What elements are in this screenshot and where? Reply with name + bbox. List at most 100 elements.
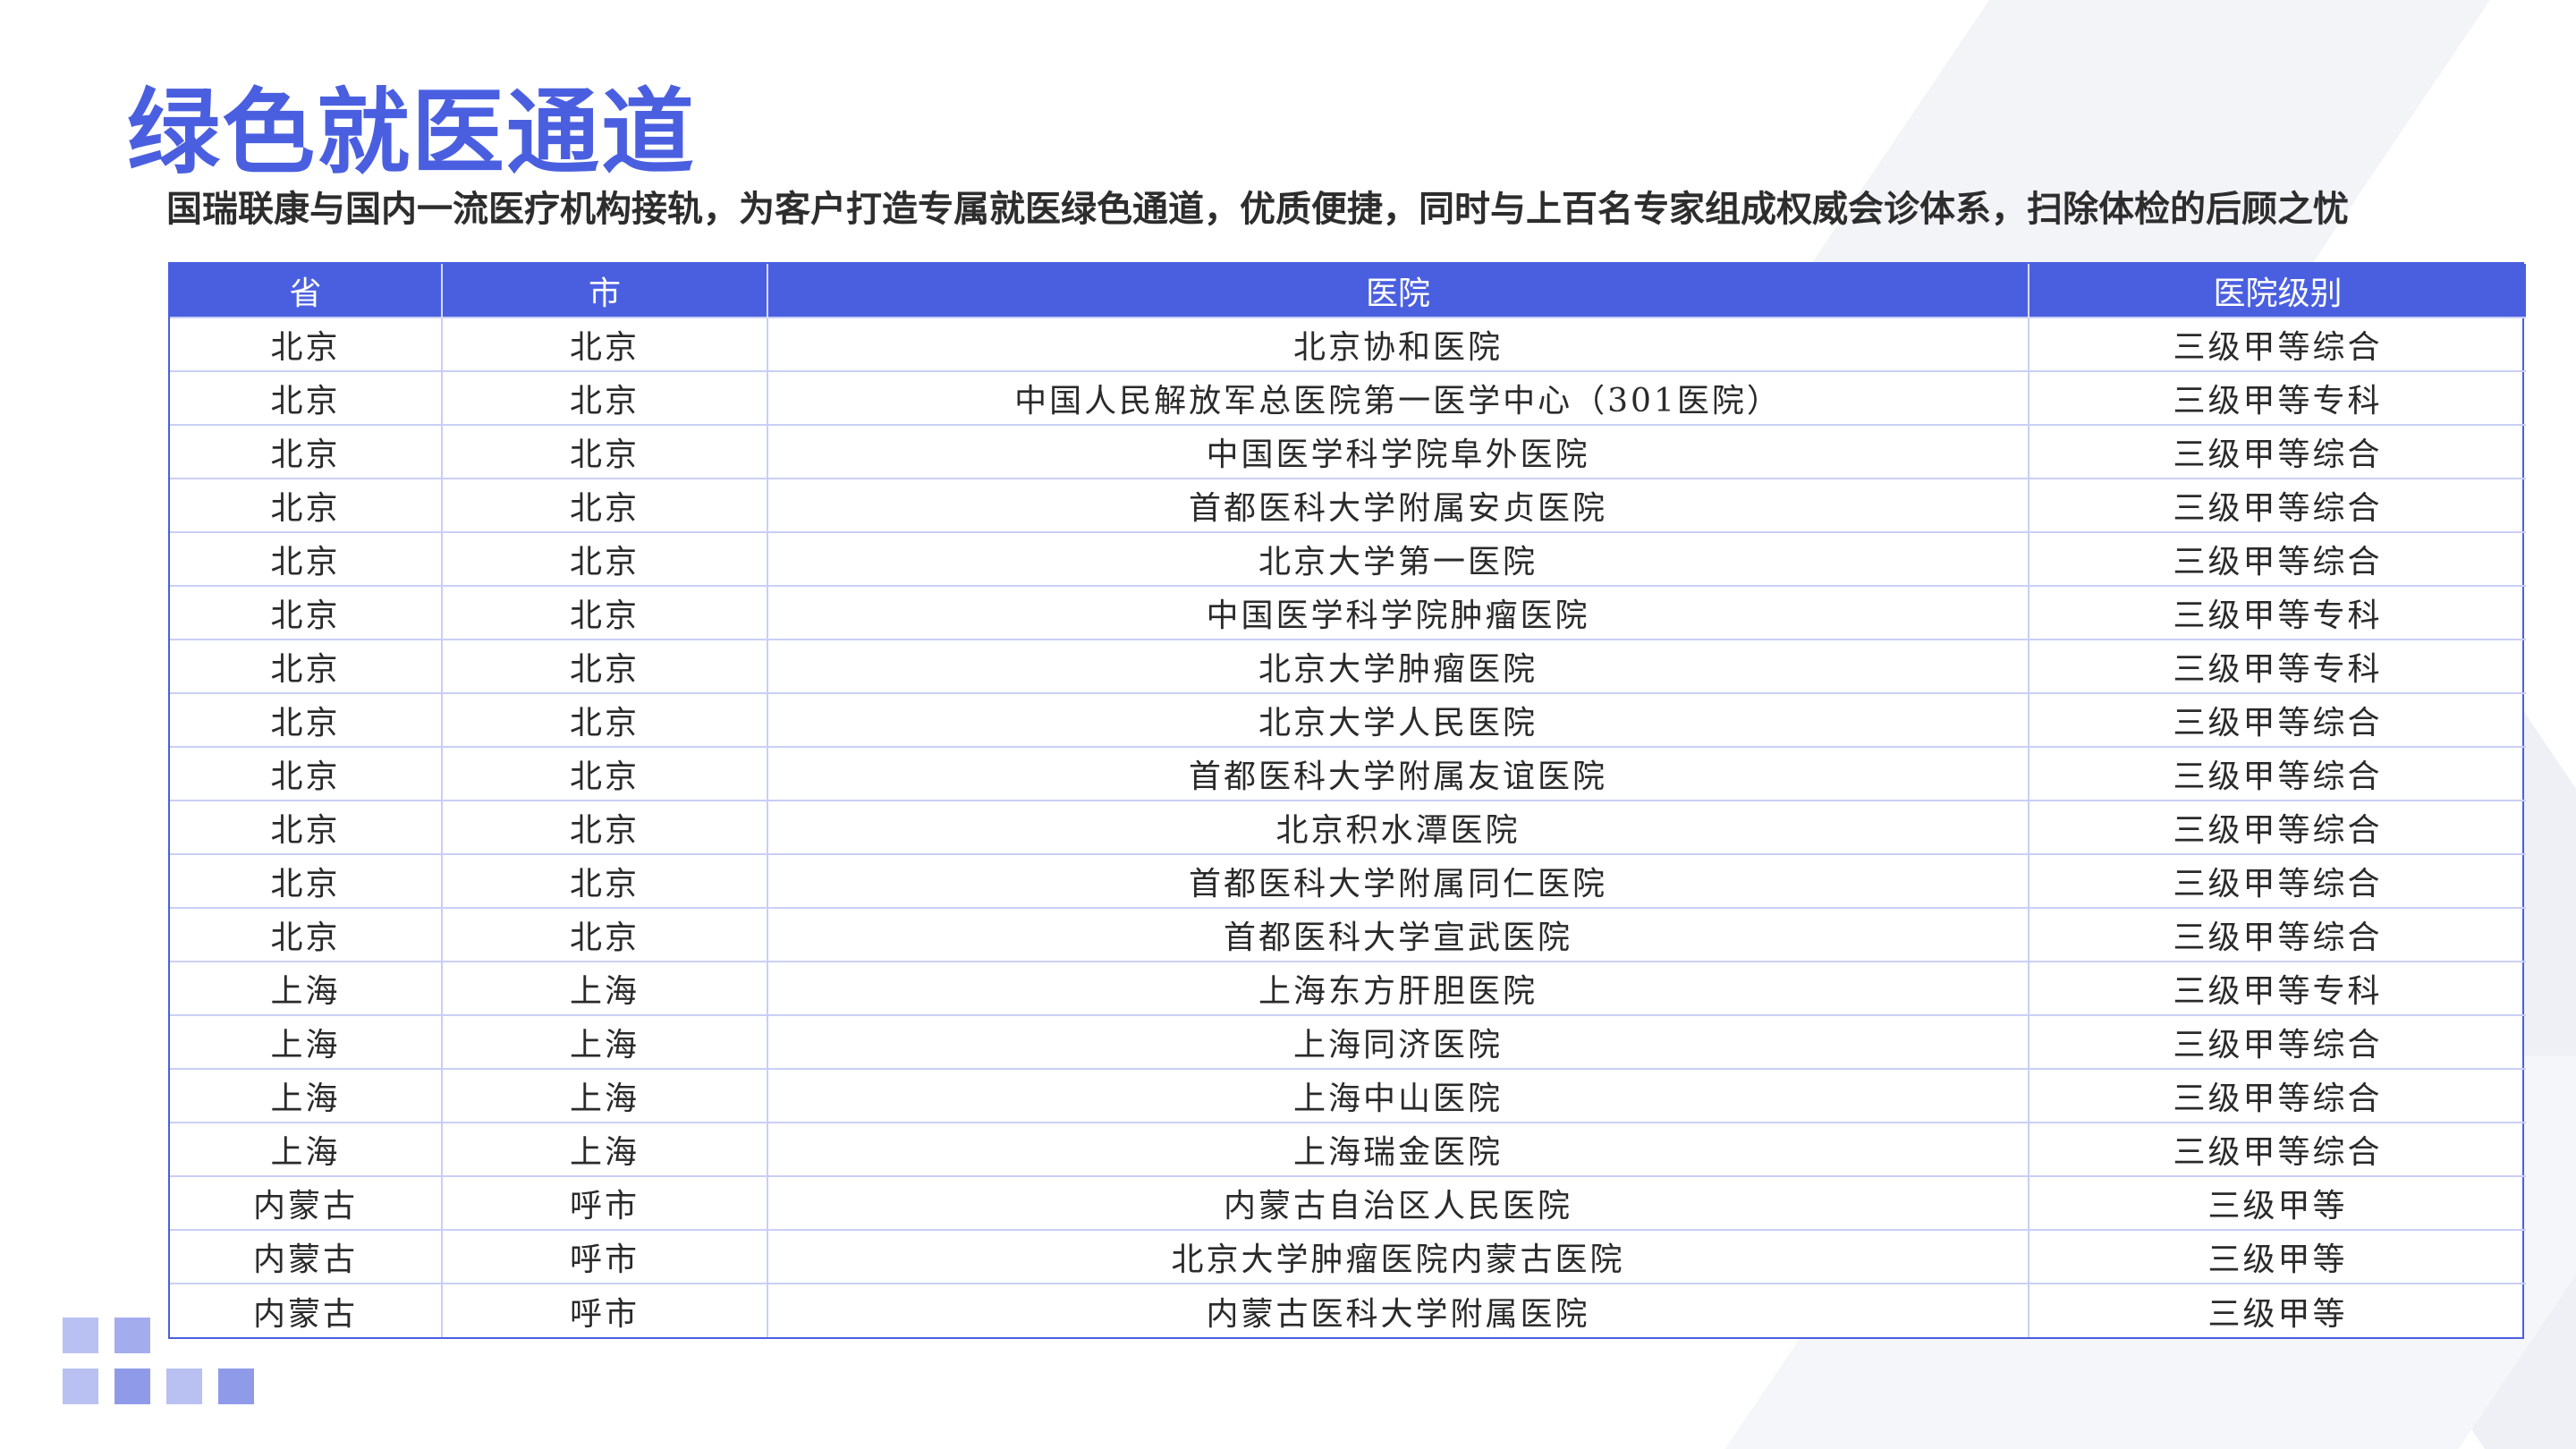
header-province: 省 bbox=[170, 264, 443, 318]
cell-level: 三级甲等综合 bbox=[2029, 531, 2526, 586]
cell-hospital: 北京大学肿瘤医院内蒙古医院 bbox=[767, 1229, 2029, 1284]
cell-hospital: 首都医科大学附属安贞医院 bbox=[767, 478, 2029, 532]
cell-province: 上海 bbox=[170, 1014, 443, 1069]
cell-city: 上海 bbox=[442, 1068, 768, 1123]
cell-hospital: 内蒙古医科大学附属医院 bbox=[767, 1283, 2029, 1337]
cell-province: 北京 bbox=[170, 800, 443, 854]
cell-city: 北京 bbox=[442, 639, 768, 693]
header-level: 医院级别 bbox=[2029, 264, 2526, 318]
table-row: 北京 北京 北京大学肿瘤医院 三级甲等专科 bbox=[170, 639, 2526, 693]
table-row: 北京 北京 首都医科大学附属友谊医院 三级甲等综合 bbox=[170, 746, 2526, 801]
cell-hospital: 北京大学第一医院 bbox=[767, 531, 2029, 586]
table-row: 内蒙古 呼市 内蒙古自治区人民医院 三级甲等 bbox=[170, 1175, 2526, 1230]
cell-hospital: 内蒙古自治区人民医院 bbox=[767, 1175, 2029, 1230]
cell-hospital: 上海中山医院 bbox=[767, 1068, 2029, 1123]
table-row: 北京 北京 首都医科大学附属安贞医院 三级甲等综合 bbox=[170, 478, 2526, 532]
header-hospital: 医院 bbox=[767, 264, 2029, 318]
cell-city: 北京 bbox=[442, 907, 768, 962]
cell-province: 北京 bbox=[170, 853, 443, 908]
cell-hospital: 中国人民解放军总医院第一医学中心（301医院） bbox=[767, 370, 2029, 425]
table-row: 北京 北京 中国医学科学院阜外医院 三级甲等综合 bbox=[170, 424, 2526, 479]
cell-hospital: 首都医科大学宣武医院 bbox=[767, 907, 2029, 962]
table-row: 内蒙古 呼市 内蒙古医科大学附属医院 三级甲等 bbox=[170, 1283, 2526, 1337]
cell-city: 上海 bbox=[442, 1122, 768, 1176]
cell-hospital: 北京大学人民医院 bbox=[767, 692, 2029, 747]
cell-level: 三级甲等综合 bbox=[2029, 746, 2526, 801]
table-row: 北京 北京 中国人民解放军总医院第一医学中心（301医院） 三级甲等专科 bbox=[170, 370, 2526, 425]
cell-province: 北京 bbox=[170, 317, 443, 371]
cell-city: 北京 bbox=[442, 853, 768, 908]
cell-level: 三级甲等专科 bbox=[2029, 639, 2526, 693]
cell-city: 北京 bbox=[442, 478, 768, 532]
cell-level: 三级甲等专科 bbox=[2029, 585, 2526, 640]
cell-level: 三级甲等综合 bbox=[2029, 692, 2526, 747]
cell-hospital: 上海东方肝胆医院 bbox=[767, 961, 2029, 1015]
cell-province: 北京 bbox=[170, 639, 443, 693]
cell-city: 北京 bbox=[442, 746, 768, 801]
cell-province: 北京 bbox=[170, 478, 443, 532]
cell-province: 内蒙古 bbox=[170, 1229, 443, 1284]
cell-province: 上海 bbox=[170, 1122, 443, 1176]
deco-square bbox=[218, 1368, 254, 1404]
cell-province: 北京 bbox=[170, 746, 443, 801]
page-subtitle: 国瑞联康与国内一流医疗机构接轨，为客户打造专属就医绿色通道，优质便捷，同时与上百… bbox=[166, 189, 2349, 230]
table-row: 北京 北京 北京积水潭医院 三级甲等综合 bbox=[170, 800, 2526, 854]
cell-hospital: 首都医科大学附属友谊医院 bbox=[767, 746, 2029, 801]
cell-province: 北京 bbox=[170, 692, 443, 747]
cell-level: 三级甲等专科 bbox=[2029, 370, 2526, 425]
cell-city: 呼市 bbox=[442, 1283, 768, 1337]
cell-province: 北京 bbox=[170, 370, 443, 425]
cell-level: 三级甲等综合 bbox=[2029, 478, 2526, 532]
cell-hospital: 上海瑞金医院 bbox=[767, 1122, 2029, 1176]
header-city: 市 bbox=[442, 264, 768, 318]
hospital-table: 省 市 医院 医院级别 北京 北京 北京协和医院 三级甲等综合 北京 北京 中国人民解放军总… bbox=[168, 262, 2526, 1339]
table-row: 北京 北京 北京大学第一医院 三级甲等综合 bbox=[170, 531, 2526, 586]
cell-city: 北京 bbox=[442, 317, 768, 371]
cell-level: 三级甲等 bbox=[2029, 1175, 2526, 1230]
cell-city: 上海 bbox=[442, 1014, 768, 1069]
table-row: 上海 上海 上海东方肝胆医院 三级甲等专科 bbox=[170, 961, 2526, 1015]
page-title: 绿色就医通道 bbox=[127, 78, 697, 187]
cell-hospital: 首都医科大学附属同仁医院 bbox=[767, 853, 2029, 908]
cell-province: 北京 bbox=[170, 907, 443, 962]
cell-province: 上海 bbox=[170, 1068, 443, 1123]
cell-hospital: 中国医学科学院肿瘤医院 bbox=[767, 585, 2029, 640]
cell-level: 三级甲等 bbox=[2029, 1283, 2526, 1337]
cell-city: 北京 bbox=[442, 424, 768, 479]
cell-city: 上海 bbox=[442, 961, 768, 1015]
cell-city: 北京 bbox=[442, 692, 768, 747]
cell-city: 北京 bbox=[442, 800, 768, 854]
cell-level: 三级甲等 bbox=[2029, 1229, 2526, 1284]
table-row: 北京 北京 首都医科大学附属同仁医院 三级甲等综合 bbox=[170, 853, 2526, 908]
cell-province: 内蒙古 bbox=[170, 1175, 443, 1230]
cell-city: 北京 bbox=[442, 585, 768, 640]
table-row: 内蒙古 呼市 北京大学肿瘤医院内蒙古医院 三级甲等 bbox=[170, 1229, 2526, 1284]
cell-city: 呼市 bbox=[442, 1175, 768, 1230]
deco-square bbox=[63, 1318, 98, 1353]
table-row: 上海 上海 上海同济医院 三级甲等综合 bbox=[170, 1014, 2526, 1069]
cell-level: 三级甲等综合 bbox=[2029, 1014, 2526, 1069]
cell-level: 三级甲等综合 bbox=[2029, 800, 2526, 854]
cell-level: 三级甲等综合 bbox=[2029, 424, 2526, 479]
cell-city: 北京 bbox=[442, 531, 768, 586]
table-row: 北京 北京 首都医科大学宣武医院 三级甲等综合 bbox=[170, 907, 2526, 962]
deco-square bbox=[63, 1368, 98, 1404]
cell-city: 北京 bbox=[442, 370, 768, 425]
cell-level: 三级甲等综合 bbox=[2029, 907, 2526, 962]
table-header-row: 省 市 医院 医院级别 bbox=[170, 264, 2526, 318]
cell-level: 三级甲等专科 bbox=[2029, 961, 2526, 1015]
table-row: 北京 北京 中国医学科学院肿瘤医院 三级甲等专科 bbox=[170, 585, 2526, 640]
deco-square bbox=[166, 1368, 202, 1404]
cell-province: 内蒙古 bbox=[170, 1283, 443, 1337]
cell-hospital: 北京大学肿瘤医院 bbox=[767, 639, 2029, 693]
cell-level: 三级甲等综合 bbox=[2029, 1122, 2526, 1176]
cell-level: 三级甲等综合 bbox=[2029, 317, 2526, 371]
deco-square bbox=[114, 1318, 150, 1353]
cell-hospital: 上海同济医院 bbox=[767, 1014, 2029, 1069]
cell-province: 北京 bbox=[170, 531, 443, 586]
deco-square bbox=[114, 1368, 150, 1404]
table-row: 上海 上海 上海瑞金医院 三级甲等综合 bbox=[170, 1122, 2526, 1176]
cell-hospital: 中国医学科学院阜外医院 bbox=[767, 424, 2029, 479]
cell-province: 北京 bbox=[170, 424, 443, 479]
cell-level: 三级甲等综合 bbox=[2029, 1068, 2526, 1123]
